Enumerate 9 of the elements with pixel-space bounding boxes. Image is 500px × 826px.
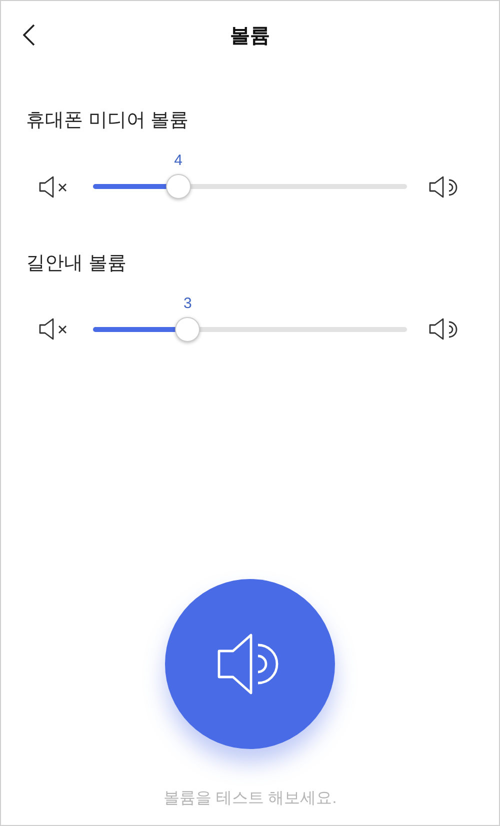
slider-label: 휴대폰 미디어 볼륨	[26, 109, 190, 133]
screen-title: 볼륨	[230, 24, 270, 49]
slider-thumb[interactable]	[166, 174, 191, 199]
slider-value: 4	[173, 151, 184, 171]
slider-label: 길안내 볼륨	[26, 252, 128, 276]
test-caption: 볼륨을 테스트 해보세요.	[163, 789, 337, 809]
back-icon	[23, 24, 35, 46]
slider-thumb[interactable]	[175, 316, 200, 342]
slider-value: 3	[182, 294, 193, 314]
